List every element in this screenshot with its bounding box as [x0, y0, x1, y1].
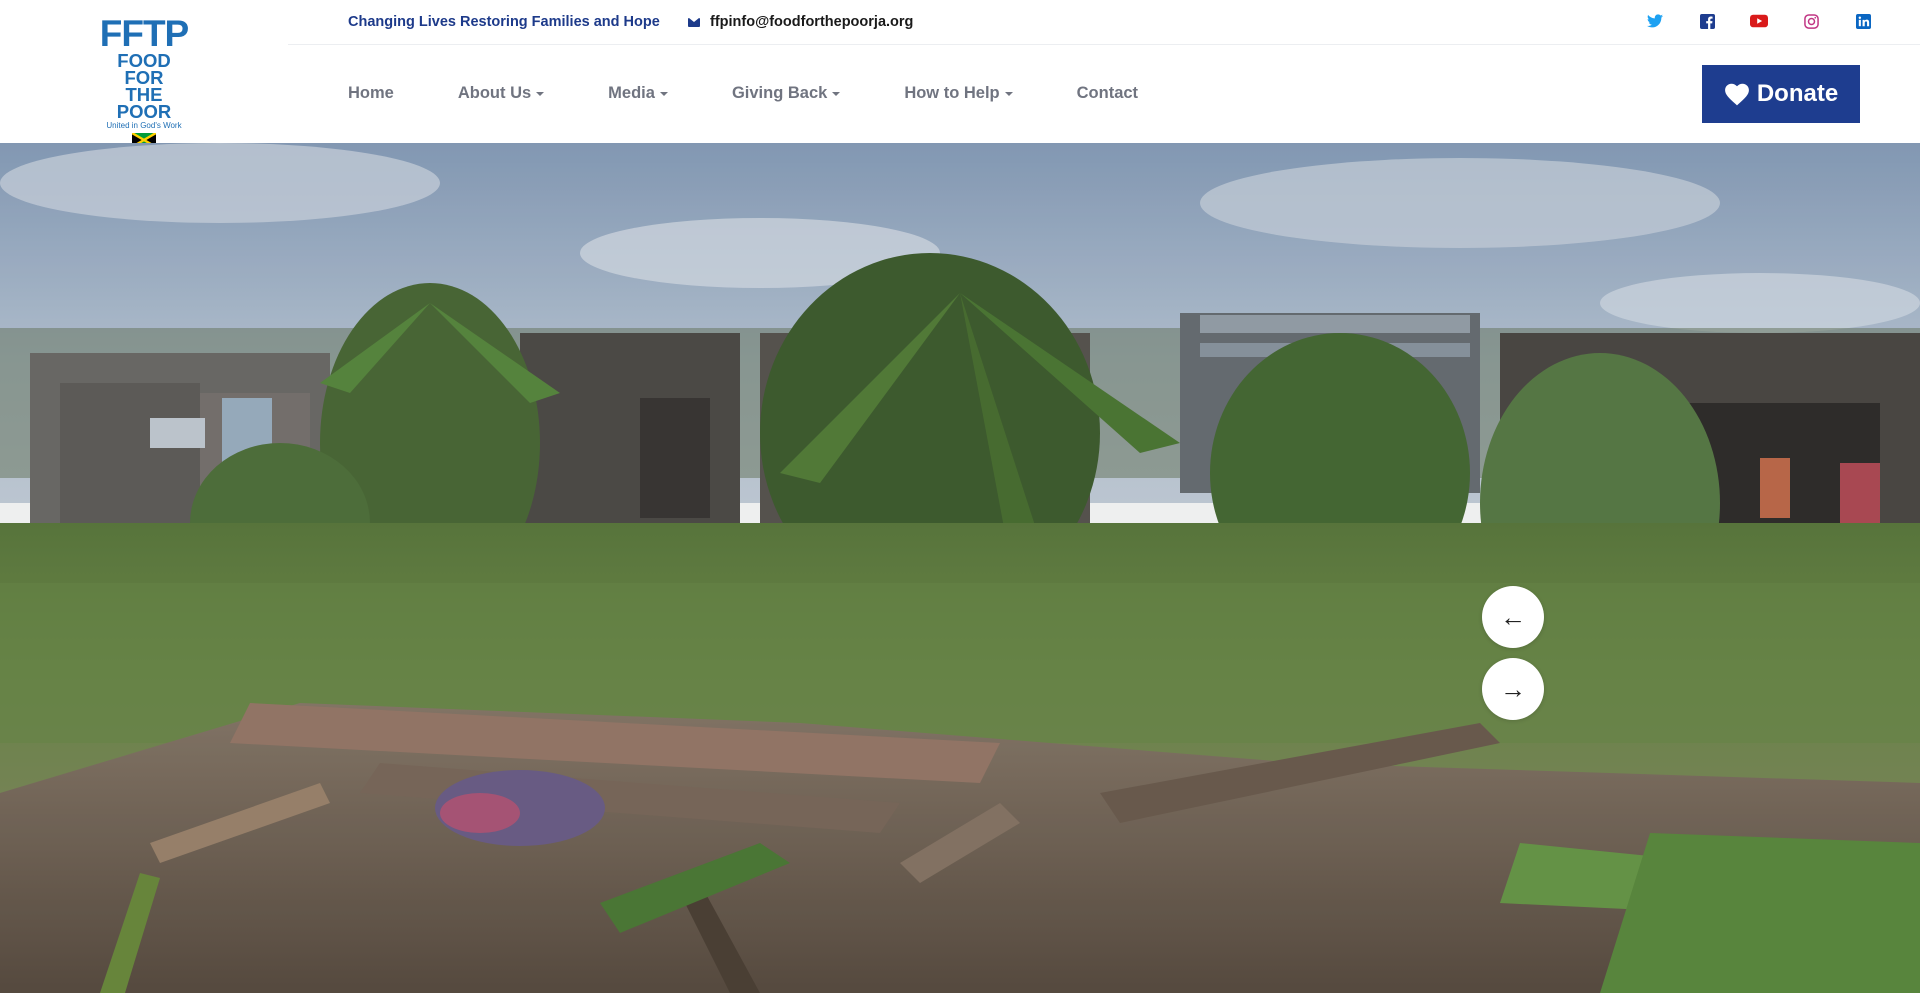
donate-label: Donate: [1756, 80, 1839, 107]
site-tagline: Changing Lives Restoring Families and Ho…: [348, 14, 660, 30]
caret-down-icon: [536, 92, 545, 96]
twitter-icon[interactable]: [1646, 12, 1664, 30]
contact-email-link[interactable]: ffpinfo@foodforthepoorja.org: [688, 14, 913, 30]
logo-mark: FFTP: [99, 13, 189, 54]
nav-item-home[interactable]: Home: [348, 84, 394, 103]
social-links: [1612, 12, 1872, 30]
instagram-icon[interactable]: [1802, 12, 1820, 30]
envelope-icon: [688, 17, 700, 27]
nav-item-media[interactable]: Media: [608, 84, 668, 103]
nav-item-how-to-help[interactable]: How to Help: [904, 84, 1013, 103]
site-header: FFTP FOOD FOR THE POOR United in God's W…: [0, 0, 1920, 147]
nav-item-label: Giving Back: [731, 84, 828, 102]
nav-item-about-us[interactable]: About Us: [457, 84, 545, 103]
slider-prev-button[interactable]: ←: [1482, 586, 1544, 648]
nav-item-giving-back[interactable]: Giving Back: [731, 84, 841, 103]
main-nav: Home About Us Media Giving Back How to H…: [348, 84, 1202, 103]
arrow-right-icon: →: [1500, 673, 1526, 704]
youtube-icon[interactable]: [1750, 12, 1768, 30]
heart-icon: [1724, 83, 1749, 106]
nav-item-label: Media: [608, 84, 655, 102]
nav-item-label: Home: [348, 84, 394, 102]
logo-tagline: United in God's Work: [106, 121, 182, 130]
facebook-icon[interactable]: [1698, 12, 1716, 30]
arrow-left-icon: ←: [1500, 601, 1526, 632]
contact-email: ffpinfo@foodforthepoorja.org: [710, 14, 914, 30]
top-bar: Changing Lives Restoring Families and Ho…: [288, 0, 1920, 45]
slider-next-button[interactable]: →: [1482, 658, 1544, 720]
caret-down-icon: [1004, 92, 1013, 96]
caret-down-icon: [832, 92, 841, 96]
site-logo[interactable]: FFTP FOOD FOR THE POOR United in God's W…: [98, 13, 190, 147]
nav-item-label: About Us: [457, 84, 532, 102]
logo-line-2: THE POOR: [116, 84, 172, 122]
linkedin-icon[interactable]: [1854, 12, 1872, 30]
logo-line-1: FOOD FOR: [117, 50, 171, 88]
nav-item-label: How to Help: [904, 84, 1000, 102]
caret-down-icon: [659, 92, 668, 96]
hero-overlay: [0, 143, 1920, 993]
nav-item-contact[interactable]: Contact: [1077, 84, 1138, 103]
nav-item-label: Contact: [1076, 84, 1139, 102]
donate-button[interactable]: Donate: [1702, 65, 1860, 123]
hero-slider: ← →: [0, 143, 1920, 993]
